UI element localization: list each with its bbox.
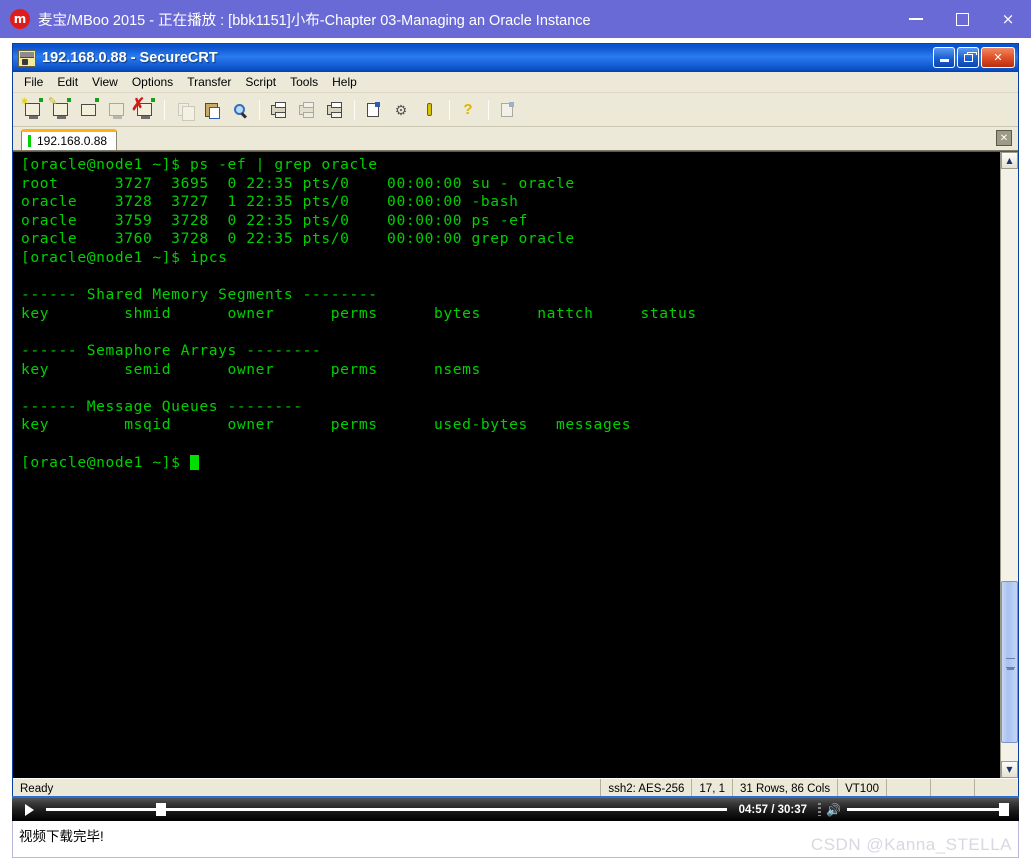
terminal-line: [oracle@node1 ~]$ ipcs bbox=[21, 248, 228, 266]
menu-file[interactable]: File bbox=[17, 73, 50, 91]
play-button[interactable] bbox=[12, 797, 46, 822]
volume-thumb[interactable] bbox=[999, 803, 1009, 816]
player-titlebar: m 麦宝/MBoo 2015 - 正在播放 : [bbk1151]小布-Chap… bbox=[0, 0, 1031, 38]
terminal-area: [oracle@node1 ~]$ ps -ef | grep oracle ro… bbox=[13, 151, 1018, 778]
m-logo-icon: m bbox=[10, 9, 30, 29]
terminal-line: ------ Shared Memory Segments -------- bbox=[21, 286, 378, 304]
media-player-controls: 04:57 / 30:37 🔊 bbox=[12, 796, 1019, 821]
terminal-line: key shmid owner perms bytes nattch statu… bbox=[21, 304, 697, 322]
log-session-icon bbox=[295, 99, 317, 121]
securecrt-window-buttons: ✕ bbox=[933, 47, 1015, 68]
menu-transfer[interactable]: Transfer bbox=[180, 73, 238, 91]
toolbar-separator-3 bbox=[354, 99, 355, 120]
play-icon bbox=[24, 803, 34, 816]
terminal-line: key semid owner perms nsems bbox=[21, 360, 481, 378]
statusbar: Ready ssh2: AES-256 17, 1 31 Rows, 86 Co… bbox=[13, 778, 1018, 799]
securecrt-close-button[interactable]: ✕ bbox=[981, 47, 1015, 68]
menu-script[interactable]: Script bbox=[238, 73, 283, 91]
global-options-icon[interactable]: ⚙ bbox=[390, 99, 412, 121]
scroll-up-icon[interactable]: ▲ bbox=[1001, 152, 1018, 169]
terminal-output[interactable]: [oracle@node1 ~]$ ps -ef | grep oracle ro… bbox=[13, 152, 1000, 778]
player-maximize-button[interactable] bbox=[939, 0, 985, 38]
terminal-scrollbar[interactable]: ▲ ▼ bbox=[1000, 152, 1018, 778]
seek-slider[interactable] bbox=[46, 797, 733, 822]
seek-thumb[interactable] bbox=[155, 803, 166, 816]
scrollbar-thumb[interactable] bbox=[1001, 581, 1018, 743]
menu-view[interactable]: View bbox=[85, 73, 125, 91]
toolbar: ✷ ✎ ✗ ⚙ ? bbox=[13, 93, 1018, 127]
terminal-line: oracle 3760 3728 0 22:35 pts/0 00:00:00 … bbox=[21, 230, 575, 248]
player-minimize-button[interactable] bbox=[893, 0, 939, 38]
tab-connected-indicator-icon bbox=[28, 135, 31, 147]
paste-icon[interactable] bbox=[200, 99, 222, 121]
securecrt-restore-button[interactable] bbox=[957, 47, 979, 68]
find-icon[interactable] bbox=[228, 99, 250, 121]
disconnect-icon[interactable]: ✗ bbox=[131, 96, 155, 121]
tab-192-168-0-88[interactable]: 192.168.0.88 bbox=[21, 129, 118, 150]
connect-icon[interactable]: ✷ bbox=[20, 96, 43, 121]
securecrt-titlebar: 192.168.0.88 - SecureCRT ✕ bbox=[13, 44, 1018, 72]
player-window-buttons: × bbox=[893, 0, 1031, 38]
media-player-window: m 麦宝/MBoo 2015 - 正在播放 : [bbk1151]小布-Chap… bbox=[0, 0, 1031, 860]
help-icon[interactable]: ? bbox=[457, 99, 479, 121]
time-display: 04:57 / 30:37 bbox=[738, 803, 808, 816]
terminal-line: ------ Semaphore Arrays -------- bbox=[21, 341, 322, 359]
minimize-icon bbox=[939, 59, 949, 62]
scroll-down-icon[interactable]: ▼ bbox=[1001, 761, 1018, 778]
quick-connect-icon[interactable]: ✎ bbox=[48, 96, 71, 121]
session-options-icon[interactable] bbox=[362, 99, 384, 121]
tab-label: 192.168.0.88 bbox=[37, 134, 108, 148]
toolbar-separator-4 bbox=[449, 99, 450, 120]
securecrt-app-icon bbox=[18, 49, 36, 67]
tab-close-button[interactable]: ✕ bbox=[996, 130, 1012, 146]
print-icon[interactable] bbox=[323, 99, 345, 121]
menu-edit[interactable]: Edit bbox=[50, 73, 85, 91]
menu-tools[interactable]: Tools bbox=[283, 73, 325, 91]
terminal-cursor bbox=[189, 454, 199, 470]
toolbar-separator-2 bbox=[259, 99, 260, 120]
terminal-line: [oracle@node1 ~]$ bbox=[21, 454, 1000, 473]
restore-icon bbox=[963, 51, 977, 62]
connect-sftp-tab-icon bbox=[105, 99, 127, 121]
print-screen-icon[interactable] bbox=[267, 99, 289, 121]
toolbar-separator-5 bbox=[488, 99, 489, 120]
key-icon[interactable] bbox=[418, 99, 440, 121]
securecrt-window: 192.168.0.88 - SecureCRT ✕ File Edit Vie… bbox=[12, 43, 1019, 799]
connect-in-tab-icon[interactable] bbox=[77, 97, 99, 121]
scrollbar-track[interactable] bbox=[1001, 169, 1018, 761]
volume-slider[interactable] bbox=[847, 797, 1019, 822]
menubar: File Edit View Options Transfer Script T… bbox=[13, 72, 1018, 93]
terminal-line: oracle 3759 3728 0 22:35 pts/0 00:00:00 … bbox=[21, 211, 528, 229]
volume-track[interactable] bbox=[847, 808, 1005, 811]
terminal-line: ------ Message Queues -------- bbox=[21, 397, 303, 415]
player-close-button[interactable]: × bbox=[985, 0, 1031, 38]
status-message-area: 视频下载完毕! CSDN @Kanna_STELLA bbox=[12, 821, 1019, 858]
controls-separator bbox=[818, 803, 822, 816]
seek-track[interactable] bbox=[46, 808, 727, 811]
terminal-line: oracle 3728 3727 1 22:35 pts/0 00:00:00 … bbox=[21, 193, 519, 211]
display-icon bbox=[496, 99, 518, 121]
tabstrip: 192.168.0.88 ✕ bbox=[13, 127, 1018, 151]
terminal-line: root 3727 3695 0 22:35 pts/0 00:00:00 su… bbox=[21, 174, 575, 192]
maximize-icon bbox=[955, 12, 969, 26]
watermark-text: CSDN @Kanna_STELLA bbox=[810, 835, 1012, 854]
securecrt-title: 192.168.0.88 - SecureCRT bbox=[42, 50, 218, 66]
copy-icon bbox=[172, 99, 195, 121]
volume-icon[interactable]: 🔊 bbox=[826, 803, 847, 817]
menu-options[interactable]: Options bbox=[125, 73, 180, 91]
terminal-line: [oracle@node1 ~]$ ps -ef | grep oracle bbox=[21, 156, 378, 173]
minimize-icon bbox=[909, 18, 923, 20]
securecrt-minimize-button[interactable] bbox=[933, 47, 955, 68]
player-title: 麦宝/MBoo 2015 - 正在播放 : [bbk1151]小布-Chapte… bbox=[38, 12, 591, 29]
menu-help[interactable]: Help bbox=[325, 73, 364, 91]
download-status-message: 视频下载完毕! bbox=[19, 829, 104, 844]
toolbar-separator-1 bbox=[164, 99, 165, 120]
terminal-line: key msqid owner perms used-bytes message… bbox=[21, 416, 632, 434]
